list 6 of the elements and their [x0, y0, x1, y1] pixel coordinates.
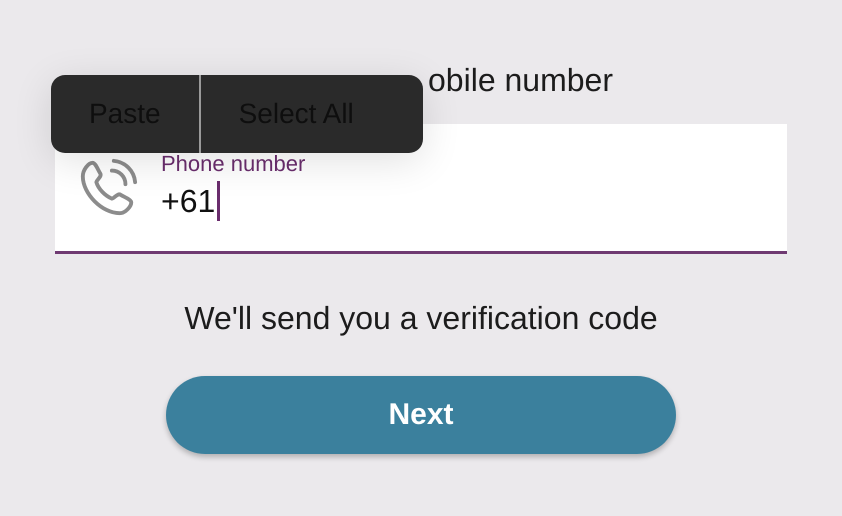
hint-text: We'll send you a verification code — [184, 299, 658, 338]
screen-title: obile number — [428, 62, 613, 98]
text-cursor — [217, 180, 220, 220]
next-button[interactable]: Next — [166, 376, 676, 454]
field-label: Phone number — [161, 150, 306, 176]
field-value: +61 — [161, 182, 216, 220]
